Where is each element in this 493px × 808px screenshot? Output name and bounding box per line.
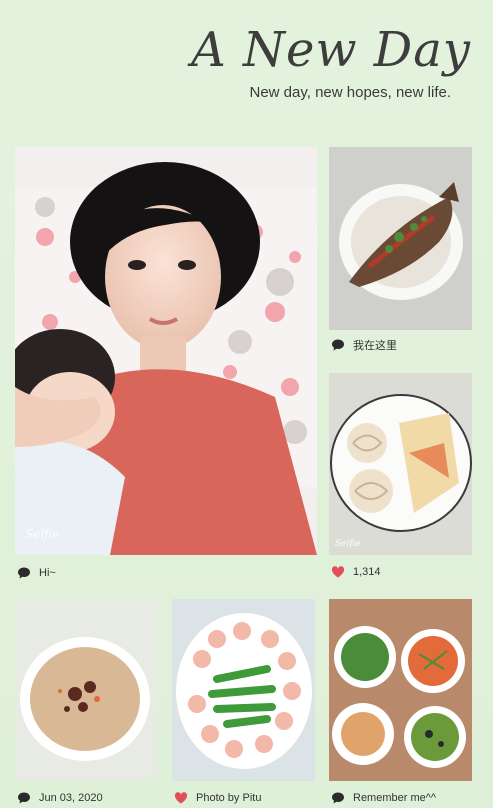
caption-woziazheli: 我在这里	[331, 337, 397, 353]
photo-soup-bowl-image	[15, 599, 158, 781]
caption-hi: Hi~	[17, 566, 56, 580]
comment-icon[interactable]	[331, 338, 345, 352]
photo-buns-pancake-image	[329, 373, 472, 555]
heart-icon[interactable]	[174, 791, 188, 805]
like-count: 1,314	[353, 566, 381, 578]
comment-icon[interactable]	[17, 566, 31, 580]
caption-text: Hi~	[39, 567, 56, 579]
caption-remember: Remember me^^	[331, 791, 436, 805]
caption-likes: 1,314	[331, 565, 381, 579]
photo-asparagus-shrimp-image	[172, 599, 315, 781]
photo-soup-bowl[interactable]	[15, 599, 158, 781]
heart-icon[interactable]	[331, 565, 345, 579]
comment-icon[interactable]	[331, 791, 345, 805]
photo-mother-baby[interactable]: Selfie	[15, 147, 317, 555]
caption-text: 我在这里	[353, 340, 397, 352]
caption-text: Remember me^^	[353, 792, 437, 804]
photo-multiple-dishes[interactable]	[329, 599, 472, 781]
page-title: A New Day	[191, 22, 471, 78]
caption-text: Photo by Pitu	[196, 792, 262, 804]
photo-asparagus-shrimp[interactable]	[172, 599, 315, 781]
caption-date: Jun 03, 2020	[17, 791, 103, 805]
comment-icon[interactable]	[17, 791, 31, 805]
photo-buns-pancake[interactable]: Selfie	[329, 373, 472, 555]
page-subtitle: New day, new hopes, new life.	[249, 84, 452, 101]
caption-photo-by: Photo by Pitu	[174, 791, 261, 805]
caption-text: Jun 03, 2020	[39, 792, 103, 804]
photo-steamed-fish-image	[329, 147, 472, 330]
photo-multiple-dishes-image	[329, 599, 472, 781]
page: A New Day New day, new hopes, new life.	[0, 0, 493, 808]
photo-mother-baby-image	[15, 147, 317, 555]
photo-steamed-fish[interactable]	[329, 147, 472, 330]
